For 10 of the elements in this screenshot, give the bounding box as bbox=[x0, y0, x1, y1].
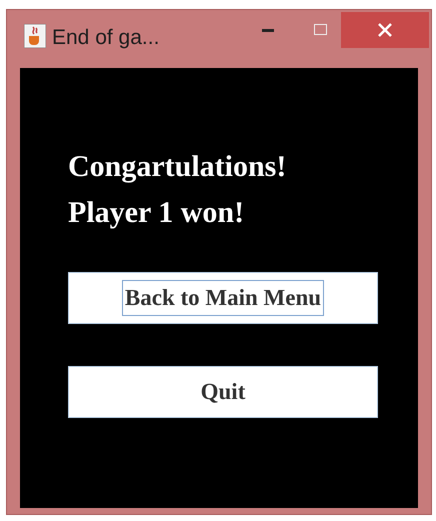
minimize-icon bbox=[262, 29, 274, 33]
message-text: Player 1 won! bbox=[68, 196, 246, 230]
close-icon bbox=[378, 23, 392, 37]
menu-button[interactable]: Back to Main Menu bbox=[68, 272, 378, 324]
message-text: Congartulations! bbox=[68, 150, 288, 184]
window-title: End of ga... bbox=[52, 25, 160, 51]
close-button[interactable] bbox=[341, 12, 429, 48]
menu-button[interactable]: Quit bbox=[68, 366, 378, 418]
maximize-icon bbox=[314, 24, 326, 34]
cup-icon bbox=[24, 24, 46, 48]
